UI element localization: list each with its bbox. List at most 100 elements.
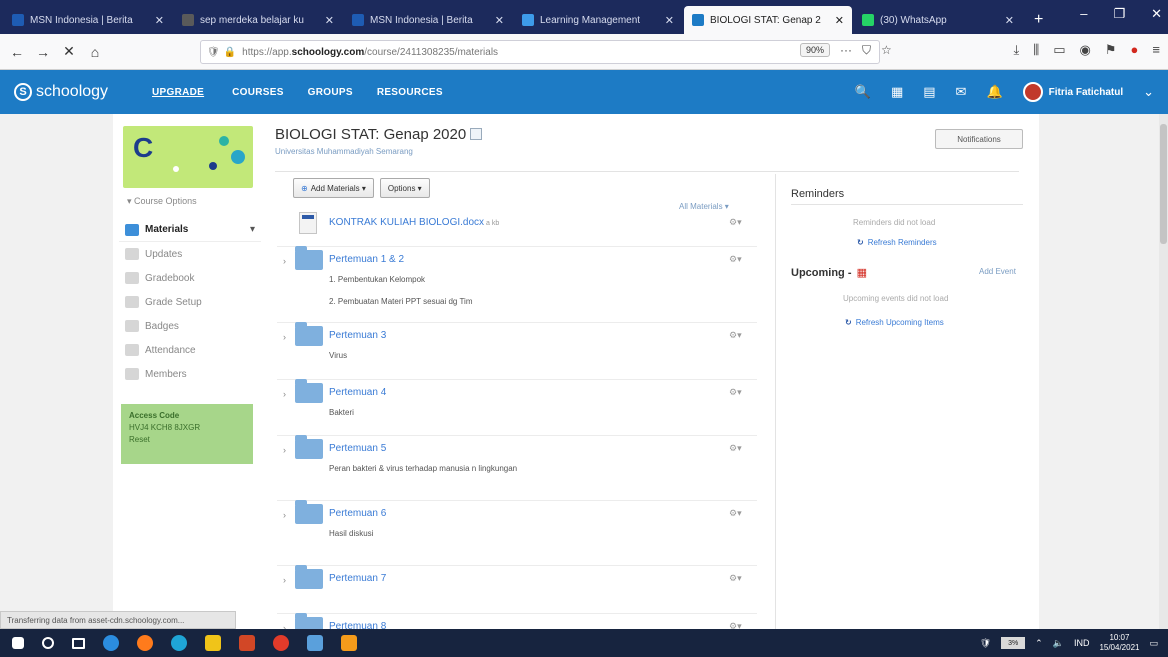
course-school[interactable]: Universitas Muhammadiyah Semarang [275,147,413,156]
chevron-up-icon[interactable]: ⌃ [1035,638,1043,649]
upgrade-link[interactable]: UPGRADE [152,87,204,98]
browser-tab[interactable]: BIOLOGI STAT: Genap 2 ✕ [684,6,852,34]
avatar[interactable] [1022,82,1043,102]
chevron-right-icon[interactable]: › [283,575,286,585]
course-options-link[interactable]: ▾ Course Options [127,196,197,207]
download-icon[interactable]: ⤓ [1014,42,1020,58]
sidebar-item-gradebook[interactable]: Gradebook [119,266,261,290]
language-indicator[interactable]: IND [1074,638,1090,648]
folder-row[interactable]: › Pertemuan 7 ⚙▾ [277,565,757,614]
menu-icon[interactable]: ≡ [1152,42,1160,58]
user-name[interactable]: Fitria Fatichatul [1049,87,1123,98]
addon-icon[interactable]: ⚑ [1105,42,1117,58]
stop-icon[interactable]: ✕ [58,41,80,63]
menu-courses[interactable]: COURSES [232,87,284,98]
more-icon[interactable]: ··· [840,43,852,58]
tab-close-icon[interactable]: ✕ [495,14,504,27]
adblock-icon[interactable]: ● [1131,42,1139,58]
new-tab-button[interactable]: + [1034,6,1043,34]
home-icon[interactable]: ⌂ [84,41,106,63]
sidebar-item-attendance[interactable]: Attendance [119,338,261,362]
chevron-down-icon[interactable]: ▾ [250,224,255,235]
apps-grid-icon[interactable]: ▦ [891,84,903,100]
chevron-right-icon[interactable]: › [283,256,286,266]
page-scrollbar[interactable] [1159,114,1168,629]
material-title-link[interactable]: Pertemuan 6 [329,508,386,519]
folder-row[interactable]: › Pertemuan 4 Bakteri ⚙▾ [277,379,757,436]
chevron-right-icon[interactable]: › [283,445,286,455]
schoology-logo[interactable]: S schoology [14,83,152,101]
gear-icon[interactable]: ⚙▾ [729,387,742,398]
windows-start-icon[interactable] [12,637,24,649]
tab-close-icon[interactable]: ✕ [835,14,844,27]
volume-icon[interactable]: 🔈 [1053,638,1064,649]
browser-tab[interactable]: (30) WhatsApp ✕ [854,6,1022,34]
scrollbar-thumb[interactable] [1160,124,1167,244]
extension-icon[interactable]: ◉ [1080,42,1091,58]
edge-icon[interactable] [171,635,187,651]
bookmark-star-icon[interactable]: ☆ [881,43,892,58]
zoom-level[interactable]: 90% [800,43,831,57]
close-icon[interactable]: ✕ [1151,6,1162,22]
browser-tab[interactable]: sep merdeka belajar ku ✕ [174,6,342,34]
add-materials-button[interactable]: ⊕ Add Materials ▾ [293,178,374,198]
chevron-right-icon[interactable]: › [283,389,286,399]
access-code-reset-link[interactable]: Reset [129,434,245,446]
browser-tab[interactable]: Learning Management ✕ [514,6,682,34]
sidebar-item-grade-setup[interactable]: Grade Setup [119,290,261,314]
opera-icon[interactable] [273,635,289,651]
tab-close-icon[interactable]: ✕ [1005,14,1014,27]
sidebar-item-materials[interactable]: Materials ▾ [119,218,261,242]
gear-icon[interactable]: ⚙▾ [729,254,742,265]
edit-profile-icon[interactable] [470,128,483,140]
material-title-link[interactable]: Pertemuan 3 [329,330,386,341]
browser-tab[interactable]: MSN Indonesia | Berita ✕ [4,6,172,34]
folder-row[interactable]: › Pertemuan 5 Peran bakteri & virus terhad… [277,435,757,501]
shield-icon[interactable]: 🛡 [980,638,991,649]
search-icon[interactable]: 🔍 [855,84,871,100]
messages-icon[interactable]: ✉ [956,84,967,100]
tab-close-icon[interactable]: ✕ [155,14,164,27]
search-icon[interactable] [42,637,54,649]
material-title-link[interactable]: KONTRAK KULIAH BIOLOGI.docx a kb [329,217,499,228]
file-explorer-icon[interactable] [205,635,221,651]
firefox-icon[interactable] [137,635,153,651]
sidebar-item-members[interactable]: Members [119,362,261,386]
forward-icon[interactable]: → [32,41,54,63]
browser-tab[interactable]: MSN Indonesia | Berita ✕ [344,6,512,34]
notifications-bell-icon[interactable]: 🔔 [986,84,1002,100]
gear-icon[interactable]: ⚙▾ [729,508,742,519]
sidebar-item-updates[interactable]: Updates [119,242,261,266]
task-view-icon[interactable] [72,637,85,649]
sidebar-item-badges[interactable]: Badges [119,314,261,338]
material-title-link[interactable]: Pertemuan 4 [329,387,386,398]
chevron-right-icon[interactable]: › [283,332,286,342]
url-bar[interactable]: 🛡 🔒 https://app. schoology.com/course/241… [200,40,880,64]
app-icon-2[interactable] [307,635,323,651]
add-event-link[interactable]: Add Event [979,267,1016,276]
gear-icon[interactable]: ⚙▾ [729,573,742,584]
tab-close-icon[interactable]: ✕ [665,14,674,27]
notification-center-icon[interactable]: ▭ [1149,638,1158,649]
library-icon[interactable]: ⫼ [1033,42,1039,58]
clock[interactable]: 10:07 15/04/2021 [1099,633,1139,653]
powerpoint-icon[interactable] [239,635,255,651]
folder-row[interactable]: › Pertemuan 6 Hasil diskusi ⚙▾ [277,500,757,566]
app-icon-3[interactable] [341,635,357,651]
gear-icon[interactable]: ⚙▾ [729,443,742,454]
notifications-button[interactable]: Notifications [935,129,1023,149]
chevron-right-icon[interactable]: › [283,510,286,520]
material-title-link[interactable]: Pertemuan 7 [329,573,386,584]
material-title-link[interactable]: Pertemuan 1 & 2 [329,254,404,265]
refresh-upcoming-link[interactable]: ↻ Refresh Upcoming Items [845,318,944,327]
menu-resources[interactable]: RESOURCES [377,87,443,98]
file-row[interactable]: KONTRAK KULIAH BIOLOGI.docx a kb ⚙▾ [277,210,757,247]
app-icon-1[interactable] [103,635,119,651]
folder-row[interactable]: › Pertemuan 3 Virus ⚙▾ [277,322,757,380]
battery-indicator[interactable]: 3% [1001,637,1026,649]
refresh-reminders-link[interactable]: ↻ Refresh Reminders [857,238,937,247]
calendar-icon[interactable]: ▤ [923,84,935,100]
menu-groups[interactable]: GROUPS [308,87,353,98]
gear-icon[interactable]: ⚙▾ [729,217,742,228]
pocket-icon[interactable]: ⛉ [862,43,871,58]
